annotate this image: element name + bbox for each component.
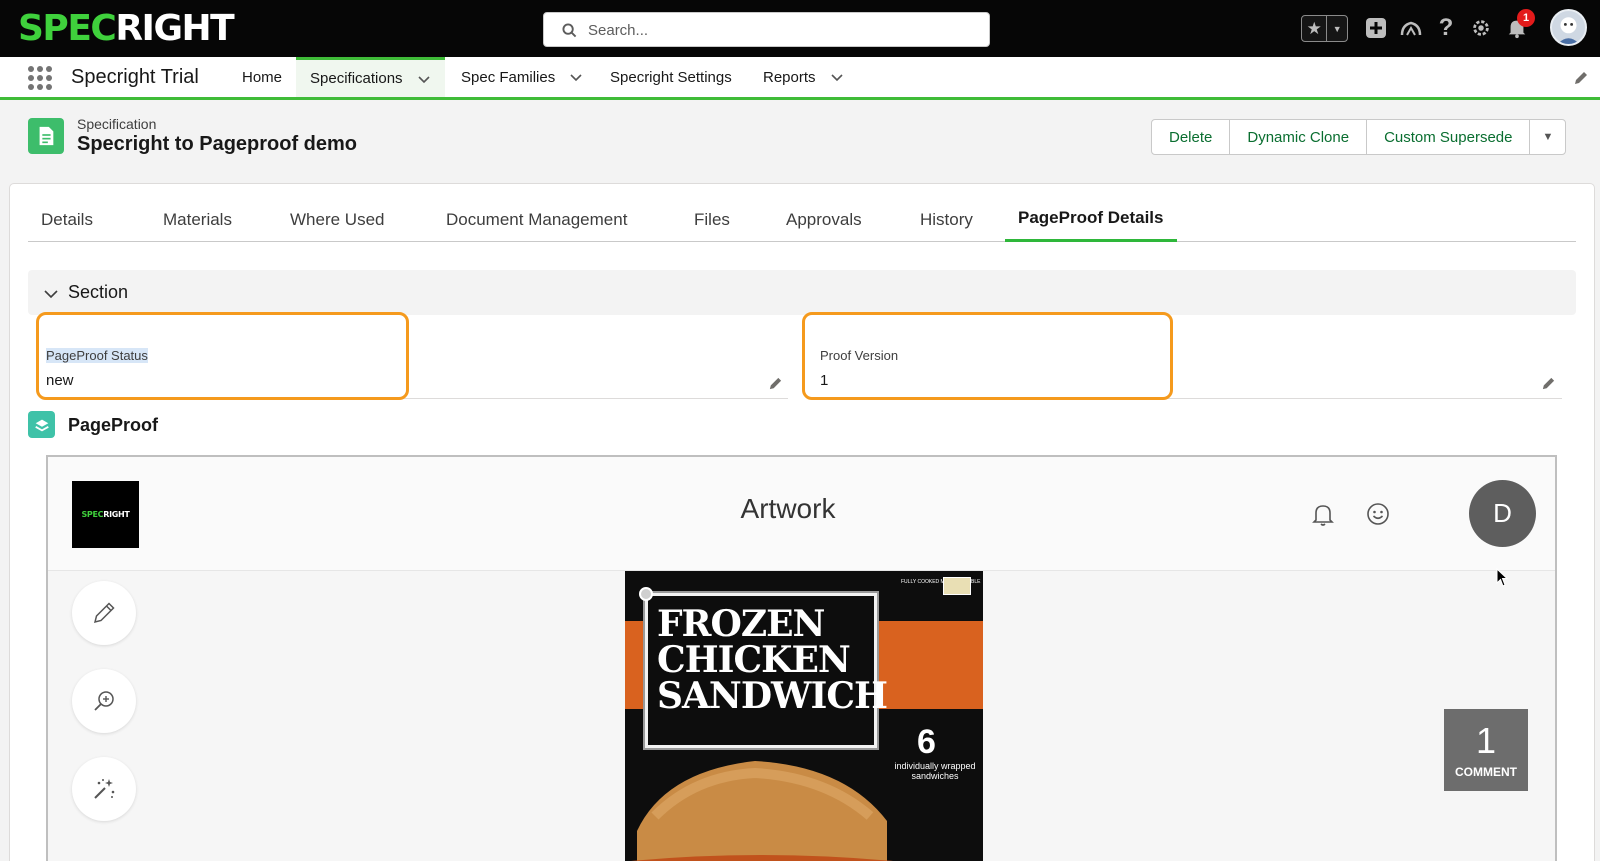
tab-materials[interactable]: Materials [150, 197, 245, 242]
search-placeholder: Search... [588, 22, 649, 39]
artwork-title: Artwork [740, 493, 836, 524]
favorites-button[interactable]: ★ ▼ [1301, 15, 1348, 42]
tab-where-used[interactable]: Where Used [277, 197, 397, 242]
dynamic-clone-button[interactable]: Dynamic Clone [1230, 120, 1368, 154]
tab-pageproof-details[interactable]: PageProof Details [1005, 197, 1177, 242]
section-header[interactable]: Section [28, 270, 1576, 315]
logo-right-text: RIGHT [115, 8, 234, 49]
tab-document-management[interactable]: Document Management [433, 197, 640, 242]
artwork-proof-image[interactable]: FULLY COOKED MICROWAVABLE FROZEN CHICKEN… [625, 571, 983, 861]
nav-item-label: Spec Families [461, 68, 556, 86]
nav-item-reports[interactable]: Reports [763, 57, 844, 97]
comment-label: COMMENT [1455, 765, 1517, 779]
microwave-badge [943, 577, 971, 595]
section-label: Section [68, 282, 129, 302]
magic-wand-icon[interactable] [72, 757, 136, 821]
custom-supersede-button[interactable]: Custom Supersede [1367, 120, 1531, 154]
chevron-down-icon[interactable] [417, 72, 431, 86]
nav-item-label: Home [242, 68, 283, 86]
sandwich-photo [631, 761, 893, 861]
app-launcher-icon[interactable] [28, 66, 52, 90]
page-title: Specright to Pageproof demo [77, 133, 358, 155]
edit-nav-icon[interactable] [1573, 70, 1589, 86]
nav-item-specright-settings[interactable]: Specright Settings [610, 57, 732, 97]
comment-count: 1 [1475, 720, 1497, 761]
tab-details[interactable]: Details [28, 197, 106, 242]
bell-icon[interactable] [1310, 501, 1336, 527]
chevron-down-icon[interactable] [569, 70, 583, 84]
pencil-icon[interactable] [1541, 376, 1556, 391]
nav-item-label: Specifications [310, 70, 403, 87]
mini-logo-right: RIGHT [103, 510, 130, 519]
star-icon[interactable]: ★ [1302, 16, 1328, 41]
pageproof-viewer: SPEC RIGHT Artwork D FULLY COOKED MICROWA… [46, 455, 1557, 861]
delete-button[interactable]: Delete [1152, 120, 1231, 154]
pencil-icon[interactable] [72, 581, 136, 645]
nav-item-home[interactable]: Home [242, 57, 282, 97]
app-name: Specright Trial [71, 66, 199, 88]
mini-logo-spec: SPEC [81, 510, 104, 519]
specright-mini-logo: SPEC RIGHT [72, 481, 139, 548]
logo-spec-text: SPEC [18, 8, 117, 49]
annotation-pin[interactable] [639, 587, 653, 601]
highlight-box [802, 312, 1173, 400]
tab-approvals[interactable]: Approvals [773, 197, 875, 242]
pageproof-label: PageProof [68, 415, 159, 435]
chevron-down-icon[interactable]: ▼ [1327, 16, 1347, 41]
app-nav-bar: Specright Trial Home Specifications Spec… [0, 57, 1600, 100]
nav-item-label: Specright Settings [610, 68, 732, 86]
smiley-icon[interactable] [1365, 501, 1391, 527]
proof-title-text: FROZEN CHICKEN SANDWICH [657, 603, 888, 717]
highlight-box [36, 312, 409, 400]
chevron-down-icon[interactable] [830, 70, 844, 84]
comment-count-badge[interactable]: 1 COMMENT [1444, 709, 1528, 791]
pencil-icon[interactable] [768, 376, 783, 391]
search-icon [562, 23, 577, 38]
help-icon[interactable]: ? [1432, 14, 1460, 42]
more-actions-chevron-down-icon[interactable]: ▼ [1530, 120, 1565, 154]
viewer-header: SPEC RIGHT Artwork D [48, 457, 1555, 571]
record-action-buttons: Delete Dynamic Clone Custom Supersede ▼ [1151, 119, 1567, 155]
zoom-icon[interactable] [72, 669, 136, 733]
mouse-cursor-icon [1496, 568, 1509, 587]
tab-history[interactable]: History [907, 197, 986, 242]
specification-record-icon [28, 118, 64, 154]
specright-logo[interactable]: SPECRIGHT [18, 8, 235, 49]
viewer-user-avatar[interactable]: D [1469, 480, 1536, 547]
gear-icon[interactable] [1467, 14, 1495, 42]
nav-item-spec-families[interactable]: Spec Families [461, 57, 583, 97]
pageproof-icon [28, 411, 55, 438]
add-icon[interactable] [1362, 14, 1390, 42]
nav-item-specifications[interactable]: Specifications [296, 57, 445, 97]
global-header: SPECRIGHT Search... ★ ▼ ? 1 [0, 0, 1600, 57]
global-search-input[interactable]: Search... [543, 12, 990, 47]
record-tabs: Details Materials Where Used Document Ma… [28, 197, 1576, 242]
record-type-label: Specification [77, 116, 157, 132]
avatar[interactable] [1550, 9, 1587, 46]
tab-files[interactable]: Files [681, 197, 743, 242]
trailhead-icon[interactable] [1397, 14, 1425, 42]
nav-item-label: Reports [763, 68, 816, 86]
chevron-down-icon[interactable] [44, 287, 58, 301]
notification-badge: 1 [1517, 9, 1535, 27]
